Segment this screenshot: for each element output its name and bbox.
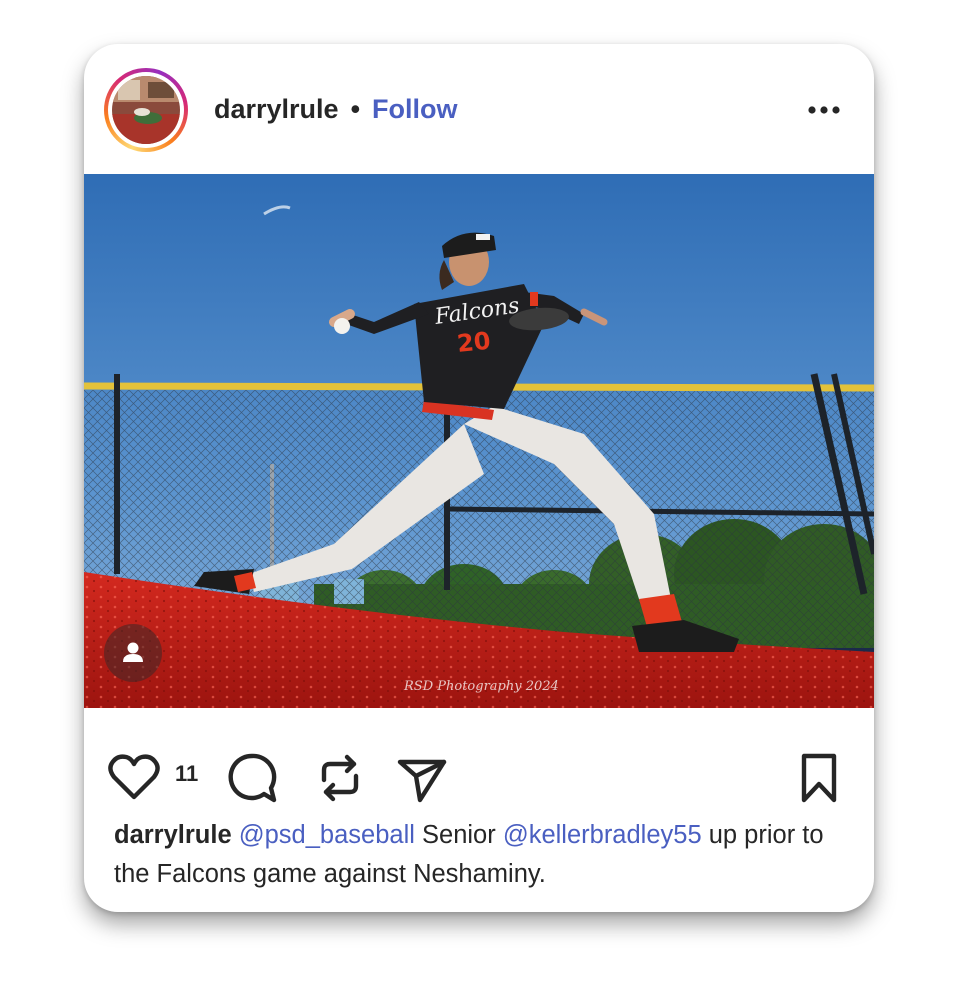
more-horizontal-icon [808,106,840,114]
repost-icon [321,754,359,802]
username[interactable]: darrylrule [214,94,339,125]
follow-button[interactable]: Follow [372,94,457,125]
post-photo[interactable]: Falcons 20 RSD Photography 2024 [84,174,874,708]
tagged-users-button[interactable] [104,624,162,682]
comment-button[interactable] [224,750,280,811]
caption-username[interactable]: darrylrule [114,821,232,849]
avatar-ring-gap [108,72,184,148]
header-line: darrylrule • Follow [214,92,458,126]
heart-icon [108,754,160,800]
pitcher-photo: Falcons 20 [84,174,874,708]
caption-text-senior: Senior [422,821,496,849]
avatar[interactable] [104,68,188,152]
like-button[interactable] [106,753,162,808]
post-actions: 11 [84,708,874,808]
caption-mention-psd-baseball[interactable]: @psd_baseball [239,821,415,849]
repost-button[interactable] [312,750,368,811]
comment-bubble-icon [228,753,277,803]
user-tag-icon [123,642,143,662]
save-button[interactable] [794,750,844,811]
share-button[interactable] [394,750,450,811]
send-icon [397,759,447,803]
bookmark-icon [801,753,837,803]
caption-mention-kellerbradley55[interactable]: @kellerbradley55 [503,821,702,849]
jersey-number: 20 [456,327,492,358]
avatar-image [112,76,180,144]
like-count[interactable]: 11 [175,761,198,787]
photo-watermark: RSD Photography 2024 [404,679,559,694]
post-header: darrylrule • Follow [84,44,874,174]
separator-dot: • [350,93,361,124]
post-caption: darrylrule @psd_baseball Senior @kellerb… [114,816,844,894]
avatar-photo-icon [112,76,180,144]
post-card: darrylrule • Follow Falcons 20 RSD Photo… [84,44,874,912]
more-options-button[interactable] [804,96,844,124]
